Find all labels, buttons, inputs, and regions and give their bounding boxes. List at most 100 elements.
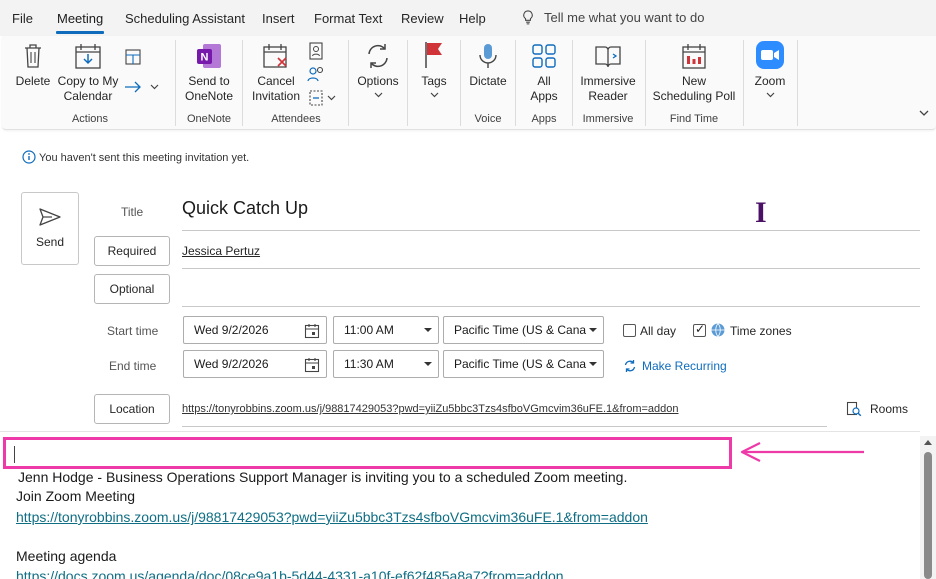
lightbulb-icon <box>523 10 533 25</box>
body-line-agenda: Meeting agenda <box>16 548 117 564</box>
copy-to-calendar-button[interactable]: Copy to My Calendar <box>56 42 120 104</box>
end-date-field[interactable]: Wed 9/2/2026 <box>183 350 327 378</box>
delete-button[interactable]: Delete <box>14 42 52 89</box>
make-recurring-link[interactable]: Make Recurring <box>642 359 727 373</box>
chevron-down-icon[interactable] <box>150 84 159 90</box>
group-label-find-time: Find Time <box>669 113 719 125</box>
end-timezone-field[interactable]: Pacific Time (US & Cana <box>443 350 604 378</box>
send-to-onenote-button[interactable]: N Send to OneNote <box>181 42 237 104</box>
tab-help[interactable]: Help <box>459 11 486 26</box>
calendar-cancel-icon <box>263 44 287 68</box>
new-scheduling-poll-button[interactable]: New Scheduling Poll <box>650 42 738 104</box>
group-separator <box>242 40 243 126</box>
forward-arrow-icon[interactable] <box>124 80 142 94</box>
required-underline <box>182 268 920 269</box>
end-time-field[interactable]: 11:30 AM <box>333 350 439 378</box>
group-label-attendees: Attendees <box>271 113 321 125</box>
tags-label: Tags <box>421 74 447 88</box>
all-apps-label-line1: All <box>537 74 551 88</box>
room-finder-icon[interactable] <box>846 401 862 417</box>
title-underline <box>182 230 920 231</box>
cancel-invitation-button[interactable]: Cancel Invitation <box>248 42 304 104</box>
tell-me-search[interactable]: Tell me what you want to do <box>522 10 704 25</box>
chevron-down-icon[interactable] <box>327 95 336 101</box>
start-timezone-field[interactable]: Pacific Time (US & Cana <box>443 316 604 344</box>
time-zones-label: Time zones <box>730 324 792 338</box>
send-label: Send <box>35 235 65 249</box>
menu-bar: File Meeting Scheduling Assistant Insert… <box>0 0 936 36</box>
scroll-up-arrow-icon[interactable] <box>924 439 932 445</box>
group-separator <box>797 40 798 126</box>
ribbon-options-chevron-icon[interactable] <box>918 108 930 118</box>
move-to-folder-icon[interactable] <box>124 48 142 66</box>
group-separator <box>572 40 573 126</box>
tab-meeting[interactable]: Meeting <box>57 11 103 26</box>
all-apps-label-line2: Apps <box>530 89 558 103</box>
chevron-down-icon[interactable] <box>588 361 598 367</box>
copy-label-line2: Calendar <box>63 89 113 103</box>
recurrence-icon[interactable] <box>623 359 637 373</box>
start-timezone-value: Pacific Time (US & Cana <box>454 323 587 337</box>
calendar-icon[interactable] <box>304 357 320 373</box>
group-separator <box>743 40 744 126</box>
response-options-icon[interactable] <box>308 89 324 107</box>
rooms-label[interactable]: Rooms <box>870 402 908 416</box>
tab-scheduling-assistant[interactable]: Scheduling Assistant <box>125 11 245 26</box>
tab-insert[interactable]: Insert <box>262 11 295 26</box>
tell-me-text: Tell me what you want to do <box>544 10 705 25</box>
scheduling-poll-icon <box>682 44 706 69</box>
cancel-label-line2: Invitation <box>251 89 301 103</box>
all-day-checkbox[interactable] <box>623 324 636 337</box>
required-attendee[interactable]: Jessica Pertuz <box>182 244 260 258</box>
immersive-label-line1: Immersive <box>580 74 636 88</box>
title-input[interactable]: Quick Catch Up <box>182 198 308 219</box>
options-button[interactable]: Options <box>354 42 402 98</box>
start-date-value: Wed 9/2/2026 <box>194 323 269 337</box>
group-separator <box>348 40 349 126</box>
body-link-agenda[interactable]: https://docs.zoom.us/agenda/doc/08ce9a1b… <box>16 568 564 579</box>
address-book-icon[interactable] <box>308 42 324 60</box>
required-button[interactable]: Required <box>94 236 170 266</box>
annotation-highlight-box <box>3 437 732 469</box>
optional-button[interactable]: Optional <box>94 274 170 304</box>
chevron-down-icon <box>430 92 438 98</box>
tab-format-text[interactable]: Format Text <box>314 11 382 26</box>
onenote-icon: N <box>197 44 221 68</box>
send-button[interactable]: Send <box>21 192 79 265</box>
new-poll-label-line1: New <box>681 74 706 88</box>
group-label-actions: Actions <box>71 113 109 125</box>
svg-text:N: N <box>201 52 209 64</box>
time-zones-checkbox[interactable] <box>693 322 706 337</box>
start-time-field[interactable]: 11:00 AM <box>333 316 439 344</box>
body-link-join[interactable]: https://tonyrobbins.zoom.us/j/9881742905… <box>16 509 648 525</box>
chevron-down-icon[interactable] <box>588 327 598 333</box>
vertical-scrollbar[interactable] <box>920 436 936 579</box>
scrollbar-thumb[interactable] <box>924 452 932 579</box>
text-cursor-icon: I <box>755 196 767 229</box>
end-date-value: Wed 9/2/2026 <box>194 357 269 371</box>
body-line-invite: Jenn Hodge - Business Operations Support… <box>18 469 628 485</box>
tab-review[interactable]: Review <box>401 11 444 26</box>
dictate-button[interactable]: Dictate <box>466 42 510 89</box>
calendar-copy-icon <box>75 44 101 69</box>
start-date-field[interactable]: Wed 9/2/2026 <box>183 316 327 344</box>
group-label-apps: Apps <box>531 113 557 125</box>
all-apps-button[interactable]: All Apps <box>522 42 566 104</box>
location-button[interactable]: Location <box>94 394 170 424</box>
tab-file[interactable]: File <box>12 11 33 26</box>
location-input[interactable]: https://tonyrobbins.zoom.us/j/9881742905… <box>182 403 679 415</box>
check-names-icon[interactable] <box>306 65 326 83</box>
zoom-video-icon <box>756 41 784 69</box>
group-label-immersive: Immersive <box>582 113 634 125</box>
calendar-icon[interactable] <box>304 323 320 339</box>
options-label: Options <box>357 74 399 88</box>
body-separator <box>0 431 920 432</box>
flag-icon <box>425 42 442 68</box>
chevron-down-icon[interactable] <box>423 327 433 333</box>
zoom-button[interactable]: Zoom <box>748 40 792 98</box>
chevron-down-icon <box>374 92 382 98</box>
tags-button[interactable]: Tags <box>414 40 454 98</box>
chevron-down-icon[interactable] <box>423 361 433 367</box>
immersive-reader-button[interactable]: Immersive Reader <box>578 42 638 104</box>
onenote-label-line1: Send to <box>188 74 230 88</box>
